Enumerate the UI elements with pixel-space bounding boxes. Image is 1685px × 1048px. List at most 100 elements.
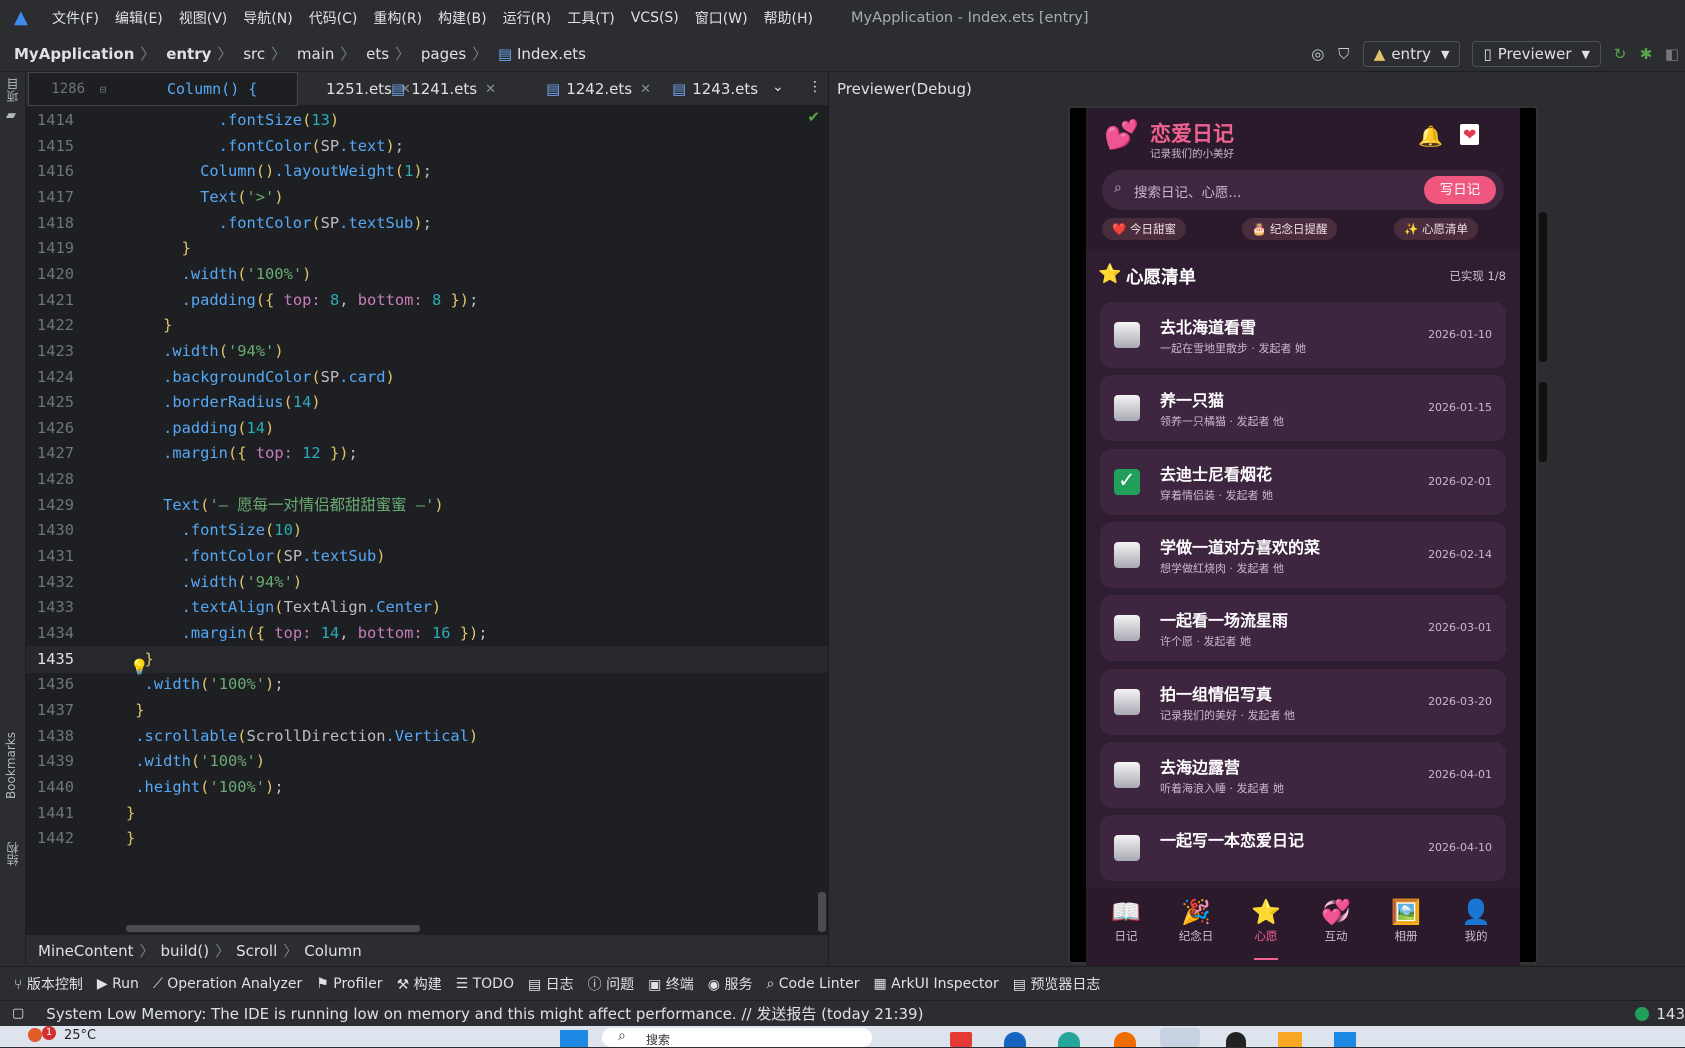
problems-tool[interactable]: ⓘ 问题 [588, 974, 634, 994]
code-line[interactable]: 1419 } [26, 235, 828, 263]
code-line[interactable]: 1429 Text('— 愿每一对情侣都甜甜蜜蜜 —') [26, 492, 828, 520]
windows-start-icon[interactable] [560, 1030, 588, 1047]
code-line[interactable]: 1440 .height('100%'); [26, 774, 828, 802]
menu-file[interactable]: 文件(F) [52, 8, 99, 28]
editor-horizontal-scrollbar[interactable] [126, 925, 420, 932]
more-options-icon[interactable]: ⋮ [808, 79, 822, 95]
services-tool[interactable]: ◉ 服务 [708, 974, 753, 994]
code-line[interactable]: 1439 .width('100%') [26, 748, 828, 776]
code-line[interactable]: 1422 } [26, 312, 828, 340]
previewer-side-control[interactable] [1539, 212, 1547, 362]
weather-temp[interactable]: 25°C [64, 1028, 96, 1043]
vscode-icon[interactable] [1334, 1032, 1356, 1047]
breadcrumb-pages[interactable]: pages [421, 45, 466, 63]
profiler-tool[interactable]: ⚑ Profiler [316, 976, 382, 992]
code-line[interactable]: 1414 .fontSize(13) [26, 107, 828, 135]
tab-1241[interactable]: ▤ 1241.ets ✕ [391, 72, 496, 106]
structure-crumb-component[interactable]: MineContent [38, 942, 134, 960]
code-line[interactable]: 1416 Column().layoutWeight(1); [26, 158, 828, 186]
close-icon[interactable]: ✕ [640, 82, 651, 97]
menu-code[interactable]: 代码(C) [309, 8, 358, 28]
device-manager-icon[interactable]: ⛉ [1331, 45, 1357, 63]
tab-item[interactable]: 🖼️ 相册 [1376, 898, 1436, 944]
menu-navigate[interactable]: 导航(N) [243, 8, 292, 28]
code-line[interactable]: 1438 .scrollable(ScrollDirection.Vertica… [26, 723, 828, 751]
breadcrumb-ets[interactable]: ets [366, 45, 389, 63]
wish-item[interactable]: 去北海道看雪 一起在雪地里散步 · 发起者 她 2026-01-10 [1100, 302, 1506, 368]
menu-tools[interactable]: 工具(T) [567, 8, 614, 28]
operation-analyzer-tool[interactable]: ⟋ Operation Analyzer [153, 976, 302, 992]
unchecked-checkbox[interactable] [1114, 835, 1140, 862]
code-line[interactable]: 1425 .borderRadius(14) [26, 389, 828, 417]
structure-crumb-scroll[interactable]: Scroll [236, 942, 277, 960]
unchecked-checkbox[interactable] [1114, 615, 1140, 642]
version-control-tool[interactable]: ⑂ 版本控制 [14, 974, 83, 994]
code-line[interactable]: 1421 .padding({ top: 8, bottom: 8 }); [26, 287, 828, 315]
wish-item[interactable]: 学做一道对方喜欢的菜 想学做红烧肉 · 发起者 他 2026-02-14 [1100, 521, 1506, 588]
stop-icon[interactable]: ◧ [1659, 45, 1685, 63]
taskbar-app-icon[interactable] [1114, 1032, 1136, 1047]
code-line[interactable]: 1432 .width('94%') [26, 569, 828, 597]
intention-bulb-icon[interactable]: 💡 [130, 658, 149, 676]
code-line[interactable]: 1417 Text('>') [26, 184, 828, 212]
menu-view[interactable]: 视图(V) [179, 8, 228, 28]
project-panel-toggle[interactable]: 项目 [4, 78, 21, 102]
qq-icon[interactable] [1226, 1032, 1246, 1047]
menu-edit[interactable]: 编辑(E) [115, 8, 163, 28]
terminal-tool[interactable]: ▣ 终端 [648, 974, 694, 994]
debug-icon[interactable]: ✱ [1633, 45, 1659, 63]
wish-item[interactable]: 一起写一本恋爱日记 2026-04-10 [1100, 815, 1506, 882]
code-line[interactable]: 1433 .textAlign(TextAlign.Center) [26, 594, 828, 622]
taskbar-search[interactable]: ⌕ 搜索 [602, 1028, 872, 1047]
run-target-select[interactable]: ▯ Previewer ▼ [1472, 41, 1601, 67]
code-line[interactable]: 1415 .fontColor(SP.text); [26, 133, 828, 161]
menu-vcs[interactable]: VCS(S) [631, 10, 679, 26]
log-tool[interactable]: ▤ 日志 [528, 974, 574, 994]
breadcrumb-src[interactable]: src [243, 45, 265, 63]
code-line[interactable]: 1442} [26, 825, 828, 853]
unchecked-checkbox[interactable] [1114, 395, 1140, 422]
wish-item[interactable]: 一起看一场流星雨 许个愿 · 发起者 她 2026-03-01 [1100, 595, 1506, 662]
module-select[interactable]: ▲ entry ▼ [1362, 41, 1461, 67]
code-line[interactable]: 1434 .margin({ top: 14, bottom: 16 }); [26, 620, 828, 648]
edge-browser-icon[interactable] [1058, 1032, 1080, 1047]
code-line[interactable]: 1423 .width('94%') [26, 338, 828, 366]
code-line[interactable]: 1420 .width('100%') [26, 261, 828, 289]
menu-build[interactable]: 构建(B) [438, 8, 487, 28]
status-right-text[interactable]: 143 [1656, 1005, 1685, 1023]
editor-vertical-scrollbar[interactable] [818, 892, 826, 932]
code-line[interactable]: 1426 .padding(14) [26, 415, 828, 443]
tabs-overflow-chevron-icon[interactable]: ⌄ [772, 79, 784, 95]
unchecked-checkbox[interactable] [1114, 761, 1140, 788]
wish-item[interactable]: 拍一组情侣写真 记录我们的美好 · 发起者 他 2026-03-20 [1100, 668, 1506, 735]
wish-item[interactable]: 养一只猫 领养一只橘猫 · 发起者 他 2026-01-15 [1100, 375, 1506, 442]
file-explorer-icon[interactable] [1278, 1032, 1302, 1047]
breadcrumb-project[interactable]: MyApplication [14, 45, 134, 63]
rerun-icon[interactable]: ↻ [1607, 45, 1633, 63]
chip-anniversary-reminder[interactable]: 🎂 纪念日提醒 [1242, 218, 1338, 240]
status-message[interactable]: System Low Memory: The IDE is running lo… [46, 1003, 923, 1024]
menu-refactor[interactable]: 重构(R) [373, 8, 422, 28]
chip-today-sweet[interactable]: ❤️ 今日甜蜜 [1102, 218, 1186, 240]
unchecked-checkbox[interactable] [1114, 322, 1140, 348]
structure-crumb-build[interactable]: build() [161, 942, 210, 960]
tab-1243[interactable]: ▤ 1243.ets [672, 72, 758, 106]
build-tool[interactable]: ⚒ 构建 [397, 974, 442, 994]
tab-item[interactable]: 💞 互动 [1306, 898, 1366, 944]
bell-icon[interactable]: 🔔 [1418, 124, 1443, 148]
menu-run[interactable]: 运行(R) [503, 8, 552, 28]
breadcrumb-main[interactable]: main [297, 45, 334, 63]
sticky-scope-header[interactable]: 1286 ⊟ Column() { [28, 72, 298, 106]
taskbar-app-icon[interactable] [950, 1032, 972, 1047]
code-line[interactable]: 1437 } [26, 697, 828, 725]
structure-crumb-column[interactable]: Column [304, 942, 361, 960]
tab-item[interactable]: 📖 日记 [1096, 898, 1156, 944]
tab-item[interactable]: ⭐ 心愿 [1236, 898, 1296, 960]
code-line[interactable]: 1430 .fontSize(10) [26, 517, 828, 545]
arkui-inspector-tool[interactable]: ▦ ArkUI Inspector [873, 976, 998, 992]
breadcrumb-entry[interactable]: entry [166, 45, 211, 63]
code-editor[interactable]: 1251.ets ✕ ▤ 1241.ets ✕ ▤ 1242.ets ✕ ▤ 1243.et… [26, 72, 828, 934]
tab-1242[interactable]: ▤ 1242.ets ✕ [546, 72, 651, 106]
code-line[interactable]: 1428 [26, 466, 828, 494]
bookmarks-panel-toggle[interactable]: Bookmarks [4, 732, 18, 799]
